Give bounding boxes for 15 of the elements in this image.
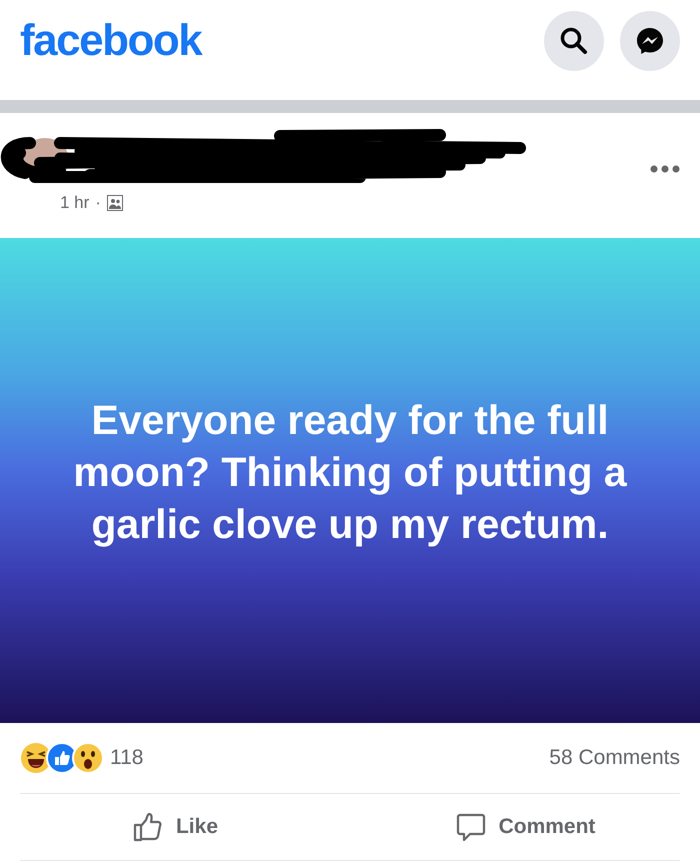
facebook-logo[interactable]: facebook xyxy=(20,16,528,66)
comment-button[interactable]: Comment xyxy=(350,794,700,860)
post-time[interactable]: 1 hr xyxy=(60,193,90,213)
like-button[interactable]: Like xyxy=(0,794,350,860)
separator-dot: · xyxy=(95,193,101,213)
comments-count[interactable]: 58 Comments xyxy=(549,746,680,770)
post-text: Everyone ready for the full moon? Thinking of putting a garlic clove up my rectum. xyxy=(72,396,628,549)
search-icon xyxy=(559,26,589,56)
messenger-icon xyxy=(634,25,666,57)
speech-bubble-icon xyxy=(454,811,487,843)
reaction-count[interactable]: 118 xyxy=(110,746,550,770)
more-options-icon[interactable] xyxy=(650,165,680,173)
group-audience-icon xyxy=(106,195,123,211)
surprised-face-icon xyxy=(72,742,104,774)
thumbs-up-icon xyxy=(132,811,164,843)
